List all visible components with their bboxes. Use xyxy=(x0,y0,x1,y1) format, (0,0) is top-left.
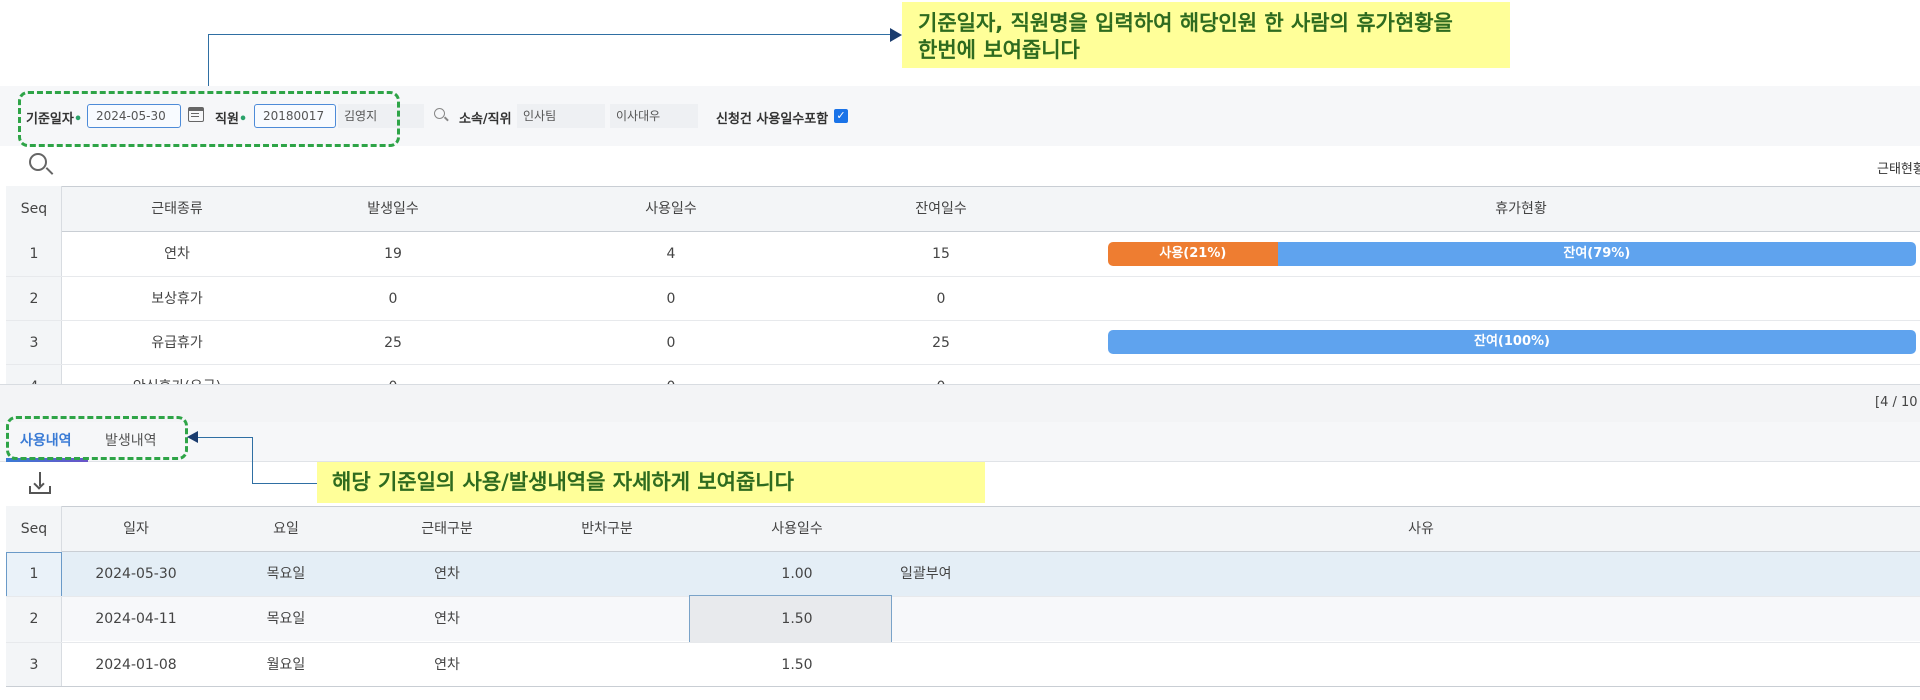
table-row-seq[interactable]: 1 xyxy=(6,232,62,276)
search-icon[interactable] xyxy=(434,108,449,122)
table-cell-type[interactable]: 안식휴가(유급) xyxy=(82,365,272,384)
header-half-day: 반차구분 xyxy=(581,521,633,537)
connector-line-mid-vertical xyxy=(252,437,253,483)
header-category: 근태구분 xyxy=(421,521,473,537)
table-cell-remaining[interactable]: 25 xyxy=(866,321,1016,365)
annotation-line-2: 한번에 보여줍니다 xyxy=(918,38,1080,62)
table-cell-remaining[interactable]: 0 xyxy=(866,365,1016,384)
table-cell-occurred[interactable]: 0 xyxy=(318,365,468,384)
header-seq: Seq xyxy=(20,521,48,537)
header-used: 사용일수 xyxy=(645,201,697,217)
detail-table: Seq 일자 요일 근태구분 반차구분 사용일수 사유 1 2024-05-30… xyxy=(6,506,1920,700)
table-cell-used[interactable]: 0 xyxy=(596,321,746,365)
table-cell-type[interactable]: 연차 xyxy=(82,232,272,276)
remaining-segment: 잔여(79%) xyxy=(1277,242,1916,266)
connector-line-top-horizontal xyxy=(208,34,892,35)
header-seq: Seq xyxy=(20,201,48,217)
table-row-seq[interactable]: 1 xyxy=(6,552,62,596)
table-cell-used[interactable]: 0 xyxy=(596,277,746,321)
department-label: 소속/직위 xyxy=(459,112,512,127)
header-type: 근태종류 xyxy=(151,201,203,217)
header-days: 사용일수 xyxy=(771,521,823,537)
table-cell-half-day[interactable] xyxy=(542,597,672,641)
annotation-line-1: 기준일자, 직원명을 입력하여 해당인원 한 사람의 휴가현황을 xyxy=(918,11,1453,35)
table-cell-category[interactable]: 연차 xyxy=(382,597,512,641)
table-cell-weekday[interactable]: 목요일 xyxy=(226,597,346,641)
highlight-tabs xyxy=(6,416,188,460)
table-cell-date[interactable]: 2024-05-30 xyxy=(76,552,196,596)
table-cell-days[interactable]: 1.50 xyxy=(716,597,878,641)
table-row-seq[interactable]: 2 xyxy=(6,597,62,641)
table-cell-occurred[interactable]: 25 xyxy=(318,321,468,365)
leave-status-bar: 잔여(100%) xyxy=(1108,330,1916,354)
summary-table: Seq 근태종류 발생일수 사용일수 잔여일수 휴가현황 1 연차 19 4 1… xyxy=(6,186,1920,384)
table-row-seq[interactable]: 4 xyxy=(6,365,62,384)
highlight-search-fields xyxy=(18,91,400,147)
table-cell-category[interactable]: 연차 xyxy=(382,643,512,687)
table-cell-category[interactable]: 연차 xyxy=(382,552,512,596)
tab-bar: 사용내역 발생내역 xyxy=(0,422,1920,462)
table-cell-half-day[interactable] xyxy=(542,552,672,596)
connector-arrow-top xyxy=(890,28,902,42)
leave-status-bar: 사용(21%) 잔여(79%) xyxy=(1108,242,1916,266)
table-cell-date[interactable]: 2024-04-11 xyxy=(76,597,196,641)
table-cell-half-day[interactable] xyxy=(542,643,672,687)
connector-line-mid-horizontal-b xyxy=(252,483,317,484)
table-cell-weekday[interactable]: 월요일 xyxy=(226,643,346,687)
table-row-seq[interactable]: 3 xyxy=(6,321,62,365)
header-remaining: 잔여일수 xyxy=(915,201,967,217)
table-row-seq[interactable]: 3 xyxy=(6,643,62,687)
table-cell-type[interactable]: 유급휴가 xyxy=(82,321,272,365)
table-cell-remaining[interactable]: 15 xyxy=(866,232,1016,276)
header-occurred: 발생일수 xyxy=(367,201,419,217)
summary-table-footer: [4 / 10 xyxy=(0,384,1920,422)
annotation-callout-top: 기준일자, 직원명을 입력하여 해당인원 한 사람의 휴가현황을 한번에 보여줍… xyxy=(902,2,1510,68)
remaining-segment: 잔여(100%) xyxy=(1108,330,1916,354)
used-segment: 사용(21%) xyxy=(1108,242,1278,266)
connector-line-mid-horizontal-a xyxy=(196,437,252,438)
table-cell-occurred[interactable]: 19 xyxy=(318,232,468,276)
table-cell-reason[interactable] xyxy=(900,597,1100,641)
table-cell-date[interactable]: 2024-01-08 xyxy=(76,643,196,687)
table-cell-used[interactable]: 0 xyxy=(596,365,746,384)
table-cell-occurred[interactable]: 0 xyxy=(318,277,468,321)
department-field: 인사팀 xyxy=(517,104,605,128)
toolbar-right-label: 근태현황 xyxy=(1877,162,1920,177)
table-cell-reason[interactable]: 일괄부여 xyxy=(900,552,1100,596)
include-requests-label: 신청건 사용일수포함 xyxy=(716,112,829,127)
pager-text: [4 / 10 xyxy=(1875,395,1918,410)
table-cell-type[interactable]: 보상휴가 xyxy=(82,277,272,321)
table-cell-used[interactable]: 4 xyxy=(596,232,746,276)
search-icon[interactable] xyxy=(29,153,54,175)
position-field: 이사대우 xyxy=(610,104,698,128)
header-status: 휴가현황 xyxy=(1495,201,1547,217)
header-date: 일자 xyxy=(123,521,149,537)
include-requests-checkbox[interactable]: ✓ xyxy=(834,109,848,123)
annotation-callout-middle: 해당 기준일의 사용/발생내역을 자세하게 보여줍니다 xyxy=(317,462,985,503)
header-weekday: 요일 xyxy=(273,521,299,537)
table-row-seq[interactable]: 2 xyxy=(6,277,62,321)
connector-line-top-vertical xyxy=(208,34,209,92)
table-cell-reason[interactable] xyxy=(900,643,1100,687)
download-icon[interactable] xyxy=(29,472,51,494)
header-reason: 사유 xyxy=(1408,521,1434,537)
table-cell-weekday[interactable]: 목요일 xyxy=(226,552,346,596)
table-cell-days[interactable]: 1.00 xyxy=(724,552,870,596)
table-cell-days[interactable]: 1.50 xyxy=(724,643,870,687)
connector-arrow-mid xyxy=(187,431,198,443)
table-cell-remaining[interactable]: 0 xyxy=(866,277,1016,321)
